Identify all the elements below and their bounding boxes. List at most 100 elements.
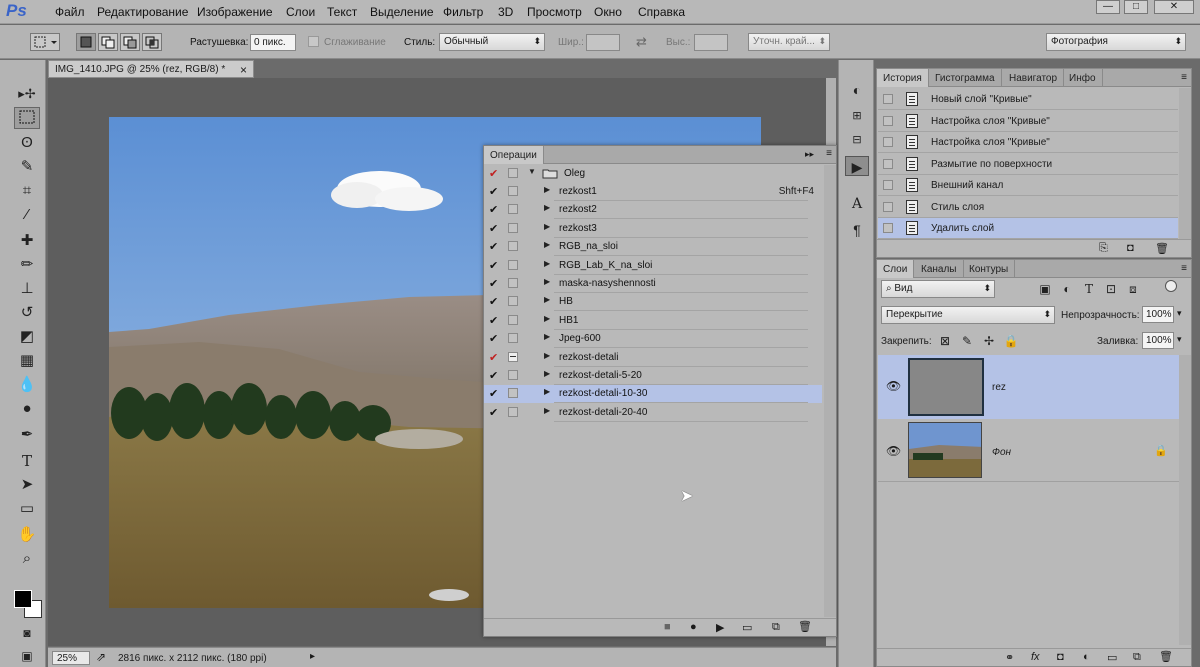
quick-mask-icon[interactable]: ◙ (14, 622, 40, 644)
rectangle-tool-icon[interactable]: ▭ (14, 498, 40, 520)
filter-toggle[interactable] (1165, 280, 1177, 292)
layers-menu-icon[interactable]: ≡ (1181, 263, 1187, 274)
collapse-icon[interactable]: ▸▸ (805, 149, 814, 160)
new-group-icon[interactable]: ▭ (1107, 651, 1117, 664)
play-icon[interactable]: ▶ (716, 621, 724, 634)
opacity-input[interactable]: 100% (1142, 306, 1174, 323)
filter-shape-icon[interactable]: ⊡ (1103, 282, 1119, 296)
menu-image[interactable]: Изображение (197, 5, 273, 19)
stop-icon[interactable]: ■ (664, 621, 671, 633)
layer-row-background[interactable]: 👁 Фон 🔒 (878, 420, 1180, 482)
expand-triangle-icon[interactable]: ▶ (544, 314, 550, 323)
zoom-tool-icon[interactable]: ⌕ (14, 548, 40, 570)
action-row[interactable]: ✔ ▶ rezkost3 (484, 220, 822, 238)
tab-paths[interactable]: Контуры (963, 260, 1016, 278)
path-select-tool-icon[interactable]: ➤ (14, 474, 40, 496)
lock-all-icon[interactable]: 🔒 (1003, 334, 1019, 348)
new-document-from-state-icon[interactable]: ⎘ (1099, 242, 1108, 255)
expand-triangle-icon[interactable]: ▼ (528, 167, 536, 176)
workspace-select[interactable]: Фотография (1046, 33, 1186, 51)
swap-icon[interactable]: ⇄ (636, 34, 647, 50)
lock-transparency-icon[interactable]: ⊠ (937, 334, 953, 348)
document-tab[interactable]: IMG_1410.JPG @ 25% (rez, RGB/8) * × (48, 60, 254, 78)
history-state-row[interactable]: Настройка слоя "Кривые" (878, 132, 1178, 153)
tab-layers[interactable]: Слои (877, 260, 915, 278)
filter-adjustment-icon[interactable]: ◐ (1059, 282, 1075, 296)
action-row[interactable]: ✔ ▶ Jpeg-600 (484, 330, 822, 349)
add-selection-icon[interactable] (98, 33, 118, 51)
screen-mode-icon[interactable]: ▣ (14, 645, 40, 667)
history-brush-source-toggle[interactable] (883, 94, 893, 104)
lock-position-icon[interactable]: ✢ (981, 334, 997, 348)
expand-triangle-icon[interactable]: ▶ (544, 222, 550, 231)
toggle-check-icon[interactable]: ✔ (489, 351, 501, 365)
history-brush-tool-icon[interactable]: ↺ (14, 302, 40, 324)
history-state-row[interactable]: Удалить слой (878, 218, 1178, 239)
clone-stamp-tool-icon[interactable]: ⊥ (14, 278, 40, 300)
toggle-check-icon[interactable]: ✔ (489, 203, 501, 217)
action-row[interactable]: ✔ ▶ HB1 (484, 312, 822, 330)
dialog-toggle[interactable] (508, 186, 518, 196)
move-tool-icon[interactable]: ▸✢ (14, 83, 40, 105)
style-select[interactable]: Обычный (439, 33, 545, 51)
action-set-row[interactable]: ✔ ▼ Oleg (484, 165, 822, 183)
dialog-toggle[interactable] (508, 168, 518, 178)
action-row[interactable]: ✔ ▶ rezkost-detali-20-40 (484, 404, 822, 422)
history-brush-source-toggle[interactable] (883, 158, 893, 169)
expand-triangle-icon[interactable]: ▶ (544, 277, 550, 286)
link-layers-icon[interactable]: ⚭ (1005, 651, 1014, 664)
filter-type-icon[interactable]: T (1081, 282, 1097, 296)
opacity-arrow-icon[interactable]: ▾ (1177, 308, 1182, 319)
toggle-check-icon[interactable]: ✔ (489, 259, 501, 273)
action-row[interactable]: ✔ ▶ maska-nasyshennosti (484, 275, 822, 293)
history-state-row[interactable]: Внешний канал (878, 175, 1178, 196)
expand-triangle-icon[interactable]: ▶ (544, 369, 550, 378)
export-icon[interactable]: ⇗ (96, 650, 106, 664)
feather-input[interactable]: 0 пикс. (250, 34, 296, 51)
toggle-check-icon[interactable]: ✔ (489, 332, 501, 346)
paragraph-icon[interactable]: ¶ (845, 220, 869, 240)
history-scrollbar[interactable] (1179, 88, 1191, 240)
action-row[interactable]: ✔ ▶ rezkost-detali-10-30 (484, 385, 822, 404)
dialog-toggle[interactable] (508, 222, 518, 233)
history-state-row[interactable]: Настройка слоя "Кривые" (878, 111, 1178, 132)
toggle-check-icon[interactable]: ✔ (489, 185, 501, 199)
adjustment-layer-icon[interactable]: ◐ (1083, 651, 1090, 663)
type-tool-icon[interactable]: T (14, 450, 40, 472)
hand-tool-icon[interactable]: ✋ (14, 524, 40, 546)
menu-layers[interactable]: Слои (286, 5, 315, 19)
layer-name-background[interactable]: Фон (992, 447, 1011, 458)
dodge-tool-icon[interactable]: ● (14, 398, 40, 420)
actions-icon[interactable]: ▶ (845, 156, 869, 176)
menu-filter[interactable]: Фильтр (443, 5, 483, 19)
dialog-toggle[interactable] (508, 204, 518, 215)
menu-file[interactable]: Файл (55, 5, 85, 19)
dialog-toggle[interactable] (508, 278, 518, 288)
crop-tool-icon[interactable]: ⌗ (14, 180, 40, 202)
dialog-toggle[interactable] (508, 388, 518, 399)
action-row[interactable]: ✔ ▶ rezkost-detali (484, 349, 822, 367)
close-tab-icon[interactable]: × (240, 63, 247, 77)
action-row[interactable]: ✔ ▶ rezkost-detali-5-20 (484, 367, 822, 385)
toggle-check-icon[interactable]: ✔ (489, 222, 501, 236)
new-selection-icon[interactable] (76, 33, 96, 51)
panel-menu-icon[interactable]: ≡ (826, 148, 832, 159)
menu-type[interactable]: Текст (327, 5, 357, 19)
marquee-tool-icon[interactable] (14, 107, 40, 129)
layer-name-rez[interactable]: rez (992, 382, 1006, 393)
swatches-icon[interactable]: ⊞ (845, 106, 869, 126)
width-input[interactable] (586, 34, 620, 51)
toggle-check-icon[interactable]: ✔ (489, 240, 501, 254)
dialog-toggle[interactable] (508, 259, 518, 270)
toggle-check-icon[interactable]: ✔ (489, 277, 501, 291)
toggle-check-icon[interactable]: ✔ (489, 314, 501, 328)
dialog-toggle[interactable] (508, 296, 518, 307)
eyedropper-tool-icon[interactable]: ⁄ (14, 204, 40, 226)
close-window-button[interactable]: ✕ (1154, 0, 1194, 14)
trash-icon[interactable]: 🗑 (798, 620, 812, 633)
new-set-icon[interactable]: ▭ (742, 621, 752, 634)
expand-triangle-icon[interactable]: ▶ (544, 332, 550, 341)
brush-tool-icon[interactable]: ✏ (14, 254, 40, 276)
layer-row-rez[interactable]: 👁 rez (878, 355, 1180, 419)
menu-3d[interactable]: 3D (498, 5, 513, 19)
